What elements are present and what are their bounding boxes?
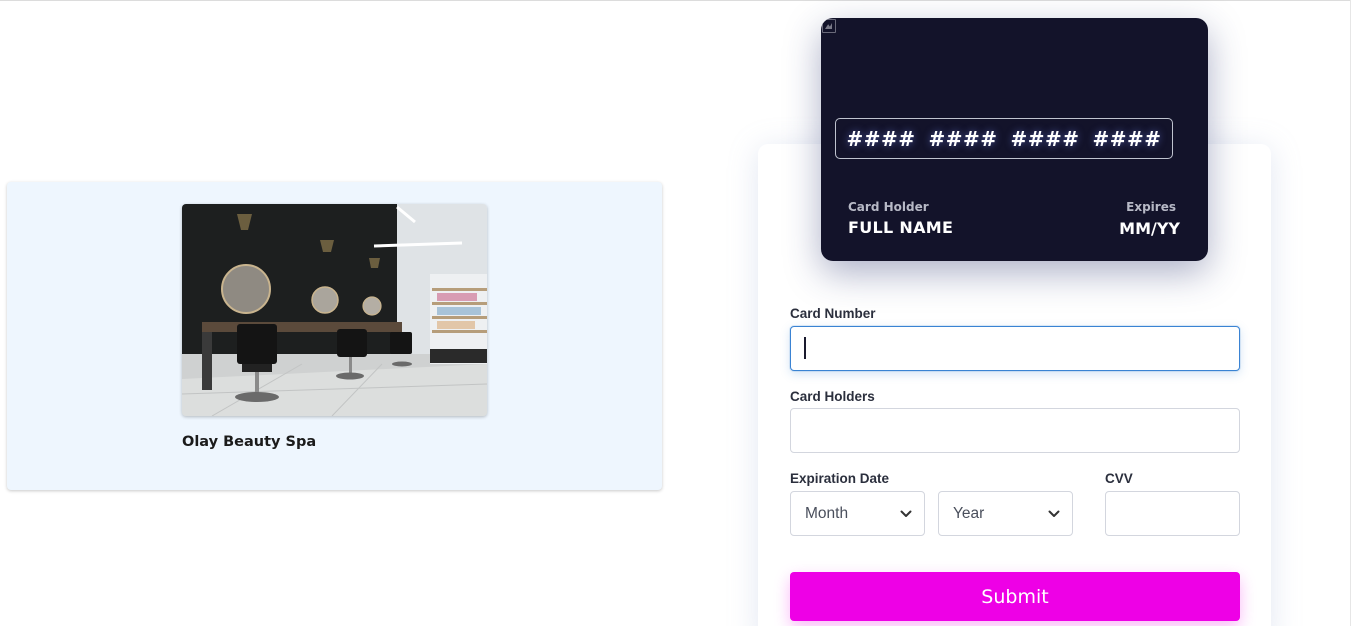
year-select-value: Year [953,504,985,522]
cvv-label: CVV [1105,471,1133,486]
card-holders-label: Card Holders [790,389,875,404]
card-expires-label: Expires [1126,200,1176,214]
cvv-input[interactable] [1105,491,1240,536]
submit-button[interactable]: Submit [790,572,1240,621]
card-holder-label: Card Holder [848,200,929,214]
broken-image-icon [822,19,836,33]
salon-name: Olay Beauty Spa [182,434,317,450]
chevron-down-icon [900,510,912,517]
expiration-date-label: Expiration Date [790,471,890,486]
card-number-display: #### #### #### #### [835,118,1173,159]
month-select[interactable]: Month [790,491,925,536]
card-holders-input[interactable] [790,408,1240,453]
card-number-input[interactable] [790,326,1240,371]
year-select[interactable]: Year [938,491,1073,536]
top-divider [0,0,1351,2]
salon-photo [182,204,487,416]
chevron-down-icon [1048,510,1060,517]
month-select-value: Month [805,504,849,522]
card-number-group: #### [846,126,916,151]
card-holder-value: FULL NAME [848,218,954,237]
card-number-group: #### [1092,126,1162,151]
card-number-label: Card Number [790,306,876,321]
credit-card-preview: #### #### #### #### Card Holder FULL NAM… [821,18,1208,261]
card-expires-value: MM/YY [1119,219,1180,238]
text-caret [804,337,806,359]
salon-card[interactable]: Olay Beauty Spa [7,182,662,490]
card-number-group: #### [928,126,998,151]
card-number-group: #### [1010,126,1080,151]
